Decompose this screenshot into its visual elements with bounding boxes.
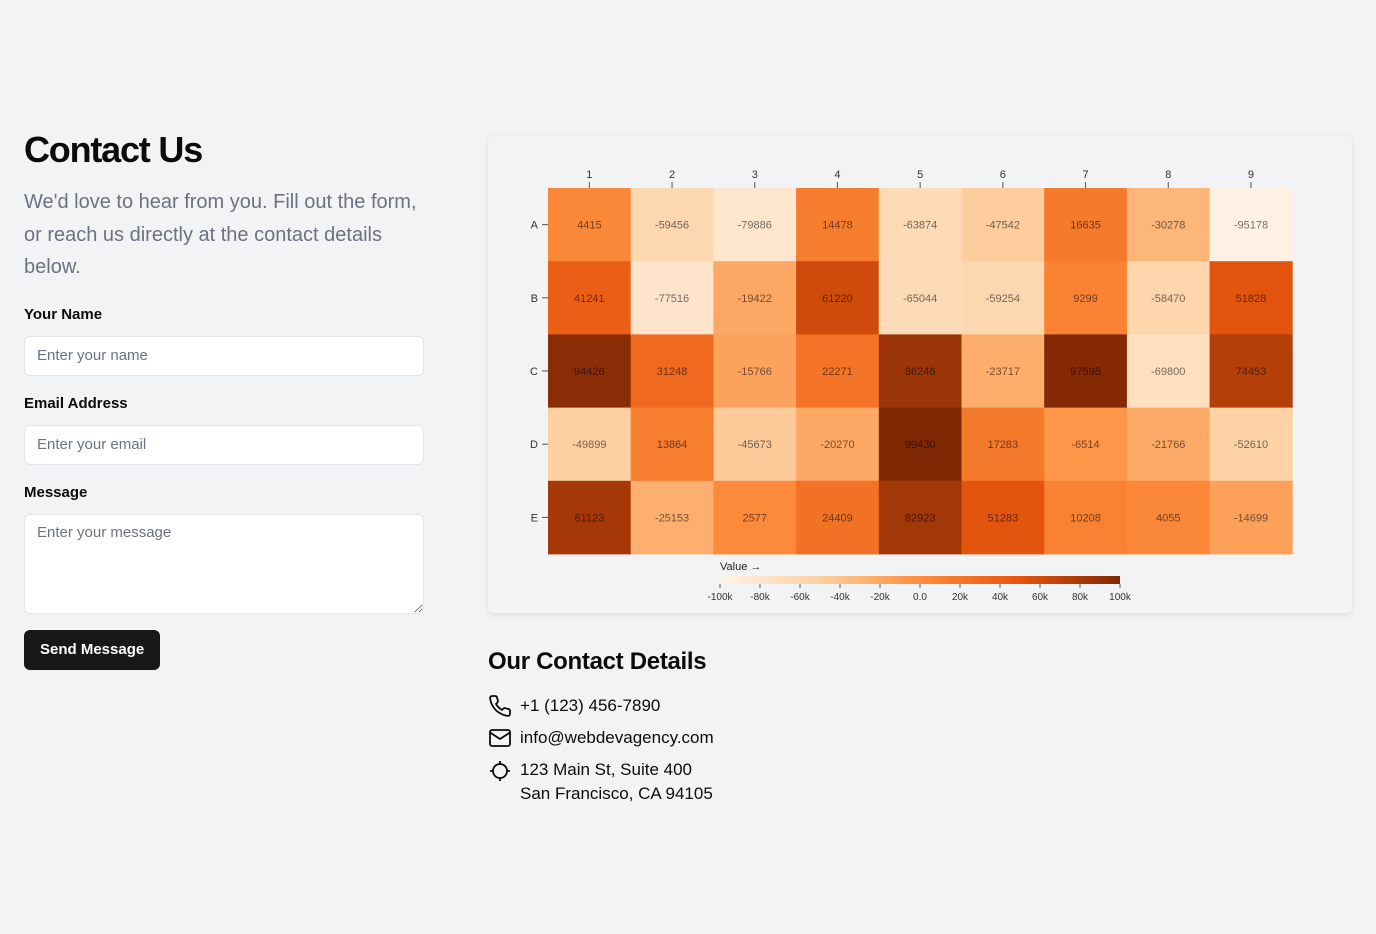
heatmap-cell-label: 86246 — [905, 366, 936, 378]
heatmap-cell-label: -49899 — [572, 439, 606, 451]
heatmap-cell-label: 4055 — [1156, 512, 1180, 524]
heatmap-cell-label: 4415 — [577, 220, 601, 232]
column-tick-label: 1 — [586, 169, 592, 181]
heatmap-cell-label: -25153 — [655, 512, 689, 524]
legend-tick-label: -60k — [790, 592, 810, 603]
heatmap-cell-label: -58470 — [1151, 293, 1185, 305]
heatmap-cell-label: -21766 — [1151, 439, 1185, 451]
name-input[interactable] — [24, 335, 424, 376]
column-tick-label: 9 — [1248, 169, 1254, 181]
mail-icon — [489, 729, 511, 747]
heatmap-cell-label: 81123 — [574, 512, 604, 524]
legend-tick-label: -80k — [750, 592, 770, 603]
heatmap-cell-label: 41241 — [574, 293, 605, 305]
heatmap-cell-label: -95178 — [1234, 220, 1268, 232]
name-label: Your Name — [24, 305, 103, 323]
legend-tick-label: 0.0 — [913, 592, 927, 603]
address-line-2: San Francisco, CA 94105 — [520, 784, 713, 803]
legend-tick-label: -100k — [707, 592, 733, 603]
heatmap-cell-label: -6514 — [1071, 439, 1099, 451]
heatmap-cell-label: 82923 — [905, 512, 936, 524]
heatmap-cell-label: -14699 — [1234, 512, 1268, 524]
heatmap-cell-label: 99430 — [905, 439, 936, 451]
message-textarea[interactable] — [24, 513, 424, 614]
heatmap-card: 4415 -59456 -79886 14478 -63874 -47542 16635 -3… — [488, 135, 1352, 613]
legend-tick-label: -40k — [830, 592, 850, 603]
heatmap-cell-label: 51283 — [988, 512, 1019, 524]
heatmap-cell-label: -79886 — [738, 220, 772, 232]
legend-color-bar — [720, 576, 1120, 584]
heatmap-cell-label: 22271 — [822, 366, 853, 378]
details-title: Our Contact Details — [488, 648, 707, 675]
heatmap-cell-label: 16635 — [1070, 220, 1101, 232]
row-tick-label: E — [531, 512, 538, 524]
heatmap-cell-label: -30278 — [1151, 220, 1185, 232]
heatmap-cell-label: -47542 — [986, 220, 1020, 232]
phone-text[interactable]: +1 (123) 456-7890 — [520, 694, 660, 718]
heatmap-cell-label: 31248 — [657, 366, 688, 378]
heatmap-cell-label: 61220 — [822, 293, 853, 305]
heatmap-cell-label: 2577 — [743, 512, 767, 524]
contact-details-section: Our Contact Details +1 (123) 456-7890 in… — [488, 648, 988, 806]
email-label: Email Address — [24, 394, 128, 412]
heatmap-cell-label: 24409 — [822, 512, 853, 524]
heatmap-cell-label: 13864 — [657, 439, 688, 451]
heatmap-cell-label: -45673 — [738, 439, 772, 451]
column-tick-label: 2 — [669, 169, 675, 181]
column-tick-label: 8 — [1165, 169, 1171, 181]
heatmap-cell-label: -77516 — [655, 293, 689, 305]
message-label: Message — [24, 483, 88, 501]
column-tick-label: 6 — [1000, 169, 1006, 181]
heatmap-cell-label: 17283 — [988, 439, 1019, 451]
heatmap-cell-label: 74453 — [1236, 366, 1267, 378]
heatmap-cell-label: 10208 — [1070, 512, 1101, 524]
column-tick-label: 5 — [917, 169, 923, 181]
send-message-button[interactable]: Send Message — [24, 629, 161, 670]
column-tick-label: 3 — [752, 169, 758, 181]
email-text[interactable]: info@webdevagency.com — [520, 726, 714, 750]
legend-tick-label: 20k — [952, 592, 969, 603]
heatmap-cell-label: -15766 — [738, 366, 772, 378]
page-title: Contact Us — [24, 129, 203, 170]
heatmap-cell-label: 51828 — [1236, 293, 1267, 305]
email-row: info@webdevagency.com — [488, 726, 988, 750]
legend-tick-label: 40k — [992, 592, 1009, 603]
column-tick-label: 7 — [1082, 169, 1088, 181]
legend-tick-label: -20k — [870, 592, 890, 603]
phone-icon — [489, 695, 511, 717]
legend-tick-label: 100k — [1109, 592, 1132, 603]
contact-form-section: Contact Us We'd love to hear from you. F… — [24, 128, 424, 670]
row-tick-label: B — [531, 293, 538, 305]
heatmap-cell-label: 97595 — [1070, 366, 1101, 378]
heatmap-cell-label: -59456 — [655, 220, 689, 232]
heatmap-cell-label: -23717 — [986, 366, 1020, 378]
heatmap-cell-label: 9299 — [1073, 293, 1097, 305]
row-tick-label: C — [530, 366, 538, 378]
address-row: 123 Main St, Suite 400 San Francisco, CA… — [488, 758, 988, 806]
crosshair-icon — [490, 761, 510, 781]
heatmap-cell-label: -63874 — [903, 220, 937, 232]
legend-title: Value → — [720, 561, 761, 573]
row-tick-label: A — [531, 220, 539, 232]
email-input[interactable] — [24, 424, 424, 465]
heatmap-cell-label: -69800 — [1151, 366, 1185, 378]
row-tick-label: D — [530, 439, 538, 451]
address-text: 123 Main St, Suite 400 San Francisco, CA… — [520, 758, 713, 806]
heatmap-chart: 4415 -59456 -79886 14478 -63874 -47542 16635 -3… — [530, 169, 1293, 603]
heatmap-cell-label: -52610 — [1234, 439, 1268, 451]
heatmap-cell-label: -59254 — [986, 293, 1020, 305]
heatmap-cell-label: -20270 — [820, 439, 854, 451]
heatmap-cell-label: 14478 — [822, 220, 853, 232]
legend-tick-label: 80k — [1072, 592, 1089, 603]
intro-text: We'd love to hear from you. Fill out the… — [24, 191, 417, 278]
heatmap-cell-label: 94426 — [574, 366, 605, 378]
legend-tick-label: 60k — [1032, 592, 1049, 603]
column-tick-label: 4 — [834, 169, 840, 181]
address-line-1: 123 Main St, Suite 400 — [520, 760, 693, 779]
heatmap-cell-label: -19422 — [738, 293, 772, 305]
heatmap-cell-label: -65044 — [903, 293, 937, 305]
phone-row: +1 (123) 456-7890 — [488, 694, 988, 718]
